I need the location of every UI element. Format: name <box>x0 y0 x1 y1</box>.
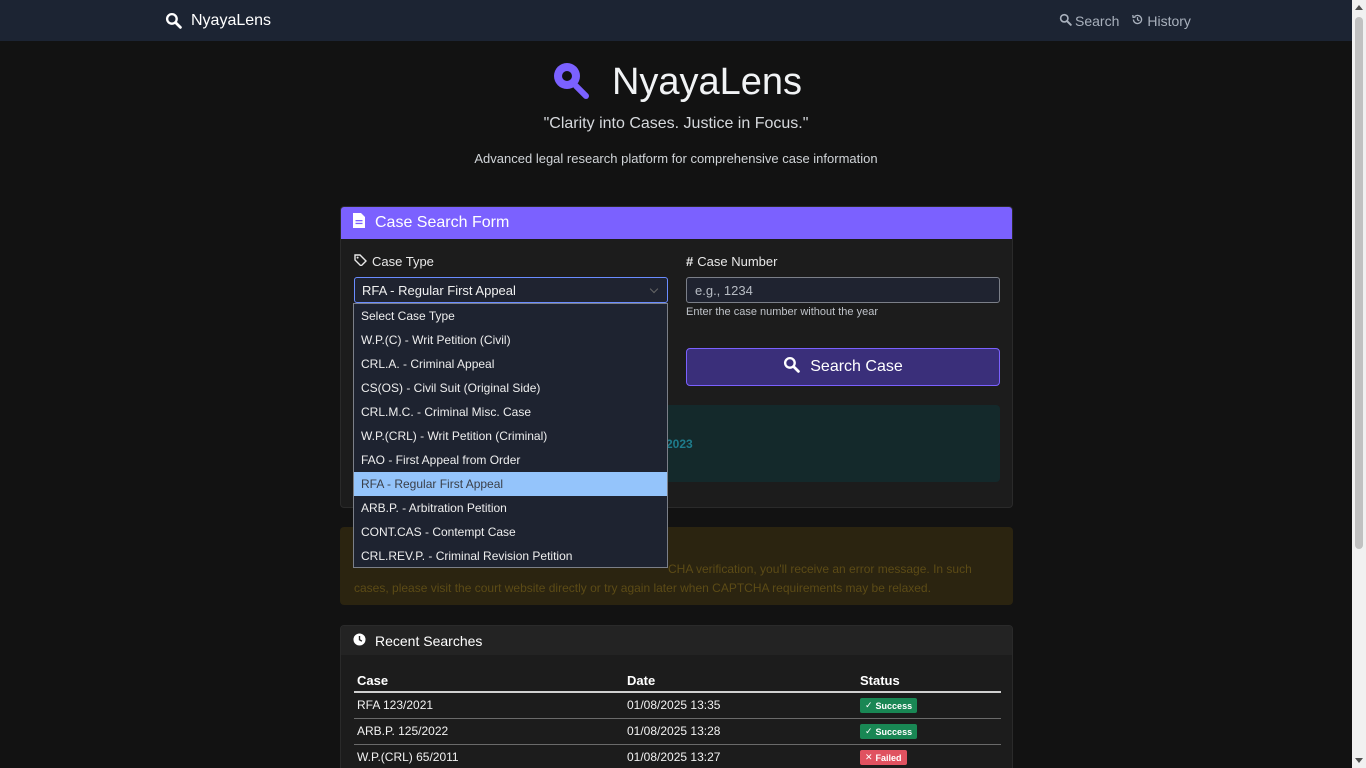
history-icon <box>1131 13 1144 29</box>
scroll-down-arrow-icon[interactable] <box>1355 758 1363 763</box>
column-header-status: Status <box>857 670 1001 693</box>
cell-case: W.P.(CRL) 65/2011 <box>354 744 624 768</box>
brand-name: NyayaLens <box>191 11 272 29</box>
cell-case: ARB.P. 125/2022 <box>354 718 624 745</box>
search-location-icon <box>550 60 590 105</box>
search-icon <box>165 12 182 29</box>
table-header-row: Case Date Status <box>354 670 1001 693</box>
nav-link-search[interactable]: Search <box>1059 13 1119 29</box>
cell-date: 01/08/2025 13:35 <box>624 692 857 719</box>
search-case-button[interactable]: Search Case <box>686 348 1000 386</box>
case-type-dropdown-list[interactable]: Select Case Type W.P.(C) - Writ Petition … <box>353 303 668 568</box>
check-icon: ✓ <box>865 726 873 736</box>
column-header-case: Case <box>354 670 624 693</box>
document-icon <box>353 213 365 233</box>
scroll-up-arrow-icon[interactable] <box>1355 5 1363 10</box>
search-icon <box>1059 13 1072 29</box>
cell-date: 01/08/2025 13:27 <box>624 744 857 768</box>
search-icon <box>783 356 801 378</box>
nav-links: Search History <box>1059 0 1191 41</box>
card-title: Case Search Form <box>375 214 510 231</box>
column-header-date: Date <box>624 670 857 693</box>
cell-status: ✓ Success <box>857 692 1001 719</box>
table-row[interactable]: RFA 123/2021 01/08/2025 13:35 ✓ Success <box>354 692 1001 719</box>
scrollbar-thumb[interactable] <box>1355 17 1363 549</box>
status-badge: ✕ Failed <box>860 750 907 765</box>
dropdown-option[interactable]: W.P.(C) - Writ Petition (Civil) <box>354 328 667 352</box>
dropdown-option[interactable]: W.P.(CRL) - Writ Petition (Criminal) <box>354 424 667 448</box>
status-badge: ✓ Success <box>860 698 918 714</box>
case-type-label-text: Case Type <box>372 254 434 269</box>
cell-case: RFA 123/2021 <box>354 692 624 719</box>
case-number-label-text: Case Number <box>697 254 778 269</box>
table-row[interactable]: W.P.(CRL) 65/2011 01/08/2025 13:27 ✕ Failed <box>354 744 1001 768</box>
dropdown-option[interactable]: CONT.CAS - Contempt Case <box>354 520 667 544</box>
hero-title: NyayaLens <box>0 60 1352 105</box>
case-type-selected-value: RFA - Regular First Appeal <box>362 282 516 298</box>
x-icon: ✕ <box>865 752 873 762</box>
status-text: Failed <box>875 752 902 763</box>
case-number-help: Enter the case number without the year <box>686 306 878 318</box>
search-case-label: Search Case <box>810 358 903 375</box>
page-title: NyayaLens <box>611 61 803 103</box>
hero-subtitle: Advanced legal research platform for com… <box>474 151 878 166</box>
status-badge: ✓ Success <box>860 724 918 739</box>
hero-tagline: "Clarity into Cases. Justice in Focus." <box>543 115 809 132</box>
card-header: Case Search Form <box>341 207 1012 239</box>
nav-link-history[interactable]: History <box>1131 13 1191 29</box>
navbar: NyayaLens Search History <box>0 0 1352 41</box>
status-text: Success <box>875 726 913 737</box>
case-type-label: Case Type <box>354 254 434 269</box>
table-row[interactable]: ARB.P. 125/2022 01/08/2025 13:28 ✓ Success <box>354 718 1001 745</box>
dropdown-option[interactable]: FAO - First Appeal from Order <box>354 448 667 472</box>
check-icon: ✓ <box>865 700 873 711</box>
case-number-input[interactable] <box>686 277 1000 303</box>
dropdown-option[interactable]: CRL.M.C. - Criminal Misc. Case <box>354 400 667 424</box>
dropdown-option[interactable]: CRL.REV.P. - Criminal Revision Petition <box>354 544 667 568</box>
dropdown-option[interactable]: CS(OS) - Civil Suit (Original Side) <box>354 376 667 400</box>
recent-searches-title: Recent Searches <box>375 632 483 649</box>
nav-link-label: History <box>1147 12 1191 29</box>
cell-date: 01/08/2025 13:28 <box>624 718 857 745</box>
clock-icon <box>353 632 366 649</box>
dropdown-option[interactable]: Select Case Type <box>354 304 667 328</box>
page-scrollbar[interactable] <box>1352 0 1366 768</box>
case-number-label: # Case Number <box>686 254 777 269</box>
chevron-down-icon <box>649 284 659 294</box>
recent-searches-header: Recent Searches <box>341 626 1012 655</box>
cell-status: ✕ Failed <box>857 744 1001 768</box>
dropdown-option[interactable]: CRL.A. - Criminal Appeal <box>354 352 667 376</box>
dropdown-option[interactable]: RFA - Regular First Appeal <box>354 472 667 496</box>
cell-status: ✓ Success <box>857 718 1001 745</box>
tags-icon <box>354 254 368 269</box>
status-text: Success <box>875 700 913 711</box>
recent-searches-card: Recent Searches Case Date Status RFA 123… <box>340 625 1013 768</box>
recent-searches-table: Case Date Status RFA 123/2021 01/08/2025 … <box>354 670 1001 768</box>
case-type-select[interactable]: RFA - Regular First Appeal <box>354 277 668 303</box>
hashtag-icon: # <box>686 254 694 269</box>
navbar-brand[interactable]: NyayaLens <box>165 0 271 41</box>
info-year-text: 2023 <box>666 437 693 451</box>
dropdown-option[interactable]: ARB.P. - Arbitration Petition <box>354 496 667 520</box>
nav-link-label: Search <box>1075 12 1120 29</box>
